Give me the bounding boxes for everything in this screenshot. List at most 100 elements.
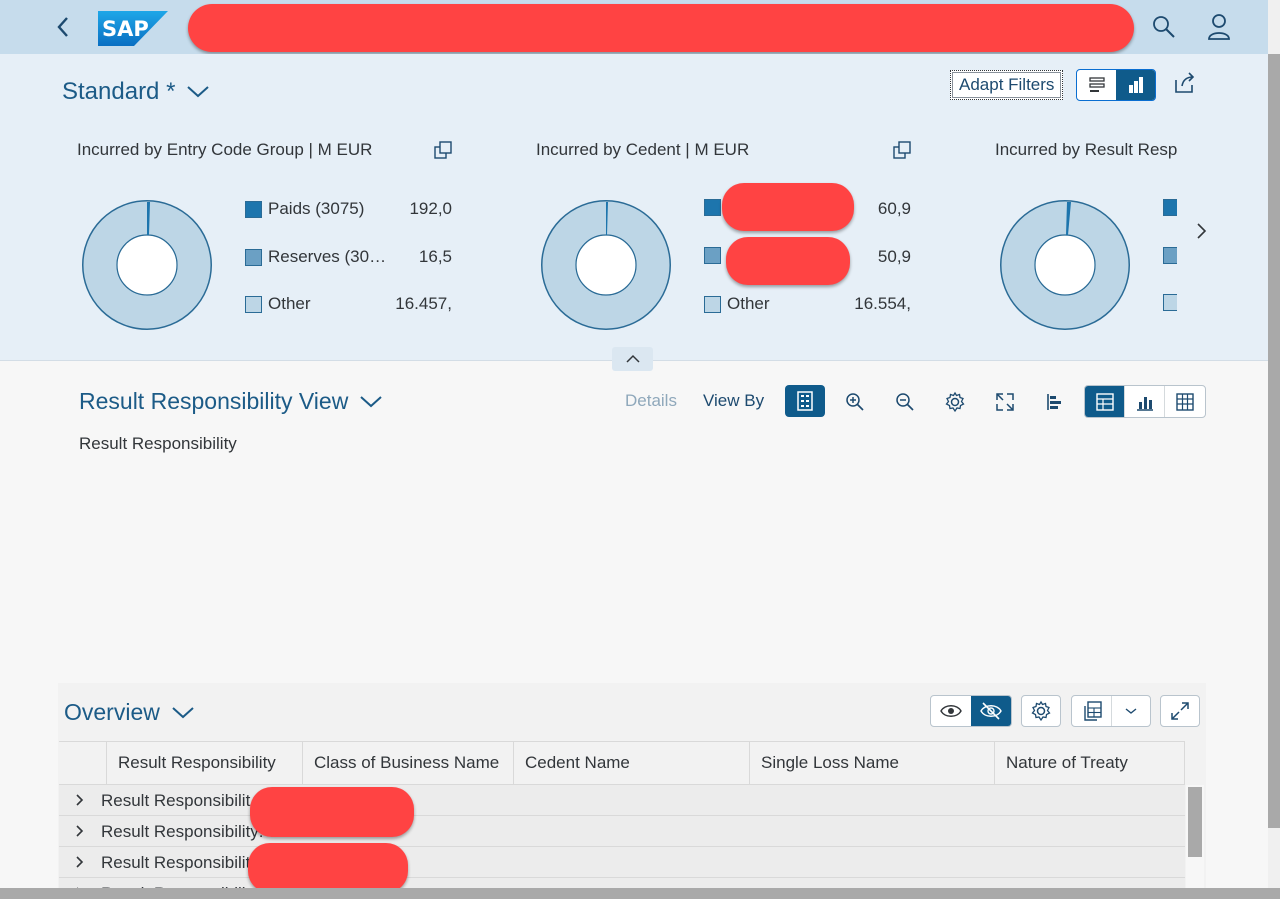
- shell-bar: SAP: [0, 0, 1268, 54]
- expand-icon: [996, 393, 1014, 411]
- legend-value: 16.554,: [854, 294, 911, 313]
- kpi-card-cedent[interactable]: Incurred by Cedent | M EUR 60,9 50,9 Oth…: [536, 134, 936, 339]
- legend-swatch: [245, 295, 262, 313]
- card-title: Incurred by Cedent | M EUR: [536, 140, 750, 159]
- page-scrollbar-thumb[interactable]: [1268, 54, 1280, 828]
- view-by-button[interactable]: View By: [703, 391, 764, 411]
- kpi-card-entry-code-group[interactable]: Incurred by Entry Code Group | M EUR Pai…: [77, 134, 477, 339]
- legend-swatch: [704, 199, 721, 216]
- legend-swatch: [245, 248, 262, 266]
- chart-settings-button[interactable]: [939, 386, 971, 418]
- zoom-in-icon: [846, 393, 864, 411]
- gear-icon: [945, 391, 965, 413]
- table-settings-button[interactable]: [1021, 695, 1061, 727]
- overview-title: Overview: [64, 699, 160, 725]
- result-view-selector[interactable]: Result Responsibility View: [79, 388, 382, 415]
- fullscreen-button[interactable]: [989, 386, 1021, 418]
- table-row[interactable]: Result Responsibilit: [59, 785, 1185, 816]
- show-details-button[interactable]: [931, 696, 971, 726]
- adapt-filters-button[interactable]: Adapt Filters: [950, 70, 1064, 100]
- horizontal-scrollbar[interactable]: [0, 888, 1280, 899]
- expand-row-icon[interactable]: [71, 853, 89, 871]
- back-button[interactable]: [48, 10, 78, 44]
- search-button[interactable]: [1151, 14, 1177, 40]
- chart-type-button[interactable]: [1039, 386, 1071, 418]
- sap-logo[interactable]: SAP: [98, 11, 168, 46]
- column-header[interactable]: Cedent Name: [514, 742, 750, 784]
- table-scrollbar-thumb[interactable]: [1188, 787, 1202, 857]
- compact-filters-button[interactable]: [1077, 70, 1116, 100]
- details-button[interactable]: Details: [625, 391, 677, 411]
- column-header[interactable]: Result Responsibility: [107, 742, 303, 784]
- filter-header: Standard * Adapt Filters Incurred by Ent…: [0, 54, 1268, 371]
- legend-item[interactable]: Paids (3075): [245, 199, 364, 219]
- legend-item[interactable]: [1163, 247, 1177, 264]
- table-fullscreen-button[interactable]: [1160, 695, 1200, 727]
- popout-icon: [893, 141, 911, 159]
- carousel-next-button[interactable]: [1190, 219, 1212, 243]
- variant-selector[interactable]: Standard *: [62, 78, 210, 106]
- legend-item[interactable]: Other: [245, 294, 311, 314]
- legend-item[interactable]: Other: [704, 294, 770, 314]
- zoom-out-icon: [896, 393, 914, 411]
- chart-table-icon: [1095, 392, 1114, 411]
- chevron-right-icon: [1197, 223, 1207, 239]
- expand-row-icon[interactable]: [71, 822, 89, 840]
- donut-chart[interactable]: [541, 200, 671, 330]
- expand-row-icon[interactable]: [71, 791, 89, 809]
- chevron-down-icon: [172, 706, 194, 718]
- legend-toggle-button[interactable]: [785, 385, 825, 417]
- chevron-left-icon: [57, 17, 68, 37]
- filter-list-icon: [1088, 77, 1105, 92]
- popout-button[interactable]: [433, 140, 455, 162]
- legend-value: 16.457,: [395, 294, 452, 313]
- user-menu-button[interactable]: [1206, 13, 1232, 41]
- column-header[interactable]: Class of Business Name: [303, 742, 514, 784]
- card-title: Incurred by Entry Code Group | M EUR: [77, 140, 373, 159]
- hide-details-button[interactable]: [971, 696, 1011, 726]
- chart-view-button[interactable]: [1125, 386, 1165, 417]
- export-dropdown-button[interactable]: [1112, 696, 1150, 726]
- export-menu-button[interactable]: [1071, 695, 1151, 727]
- kpi-card-result-responsibility[interactable]: Incurred by Result Resp: [995, 134, 1177, 339]
- visual-filters-button[interactable]: [1116, 70, 1155, 100]
- overview-selector[interactable]: Overview: [64, 699, 194, 726]
- table-header: Result Responsibility Class of Business …: [59, 741, 1185, 785]
- share-button[interactable]: [1172, 71, 1200, 99]
- zoom-out-button[interactable]: [889, 386, 921, 418]
- row-selector-header[interactable]: [59, 742, 107, 784]
- redaction: [248, 843, 408, 893]
- eye-icon: [940, 705, 962, 717]
- export-spreadsheet-icon: [1083, 701, 1102, 721]
- gear-icon: [1031, 700, 1051, 722]
- table-row[interactable]: Result Responsibility: 0001: [59, 816, 1185, 847]
- legend-value: 192,0: [409, 199, 452, 218]
- donut-chart[interactable]: [1000, 200, 1130, 330]
- result-view-subtitle: Result Responsibility: [79, 434, 237, 453]
- popout-button[interactable]: [892, 140, 914, 162]
- table-row[interactable]: Result Responsibilit: [59, 847, 1185, 878]
- legend-swatch: [1163, 247, 1177, 264]
- bar-chart-icon: [1136, 396, 1153, 411]
- table-view-button[interactable]: [1165, 386, 1205, 417]
- column-header[interactable]: Nature of Treaty: [995, 742, 1185, 784]
- legend-item[interactable]: [1163, 294, 1177, 311]
- header-mode-toggle: [1076, 69, 1156, 101]
- variant-label: Standard *: [62, 78, 176, 105]
- user-icon: [1208, 14, 1230, 40]
- legend-item[interactable]: [1163, 199, 1177, 216]
- column-header[interactable]: Single Loss Name: [750, 742, 995, 784]
- chart-table-view-button[interactable]: [1085, 386, 1125, 417]
- legend-value: 16,5: [418, 247, 452, 266]
- chevron-up-icon: [625, 354, 640, 363]
- legend-label: Other: [727, 294, 770, 313]
- legend-label: Other: [268, 294, 311, 313]
- legend-item[interactable]: [704, 247, 727, 264]
- legend-swatch: [245, 200, 262, 218]
- legend-icon: [797, 391, 813, 411]
- export-button[interactable]: [1072, 696, 1112, 726]
- collapse-header-button[interactable]: [612, 347, 653, 371]
- zoom-in-button[interactable]: [839, 386, 871, 418]
- donut-chart[interactable]: [82, 200, 212, 330]
- row-label: Result Responsibilit: [101, 791, 251, 810]
